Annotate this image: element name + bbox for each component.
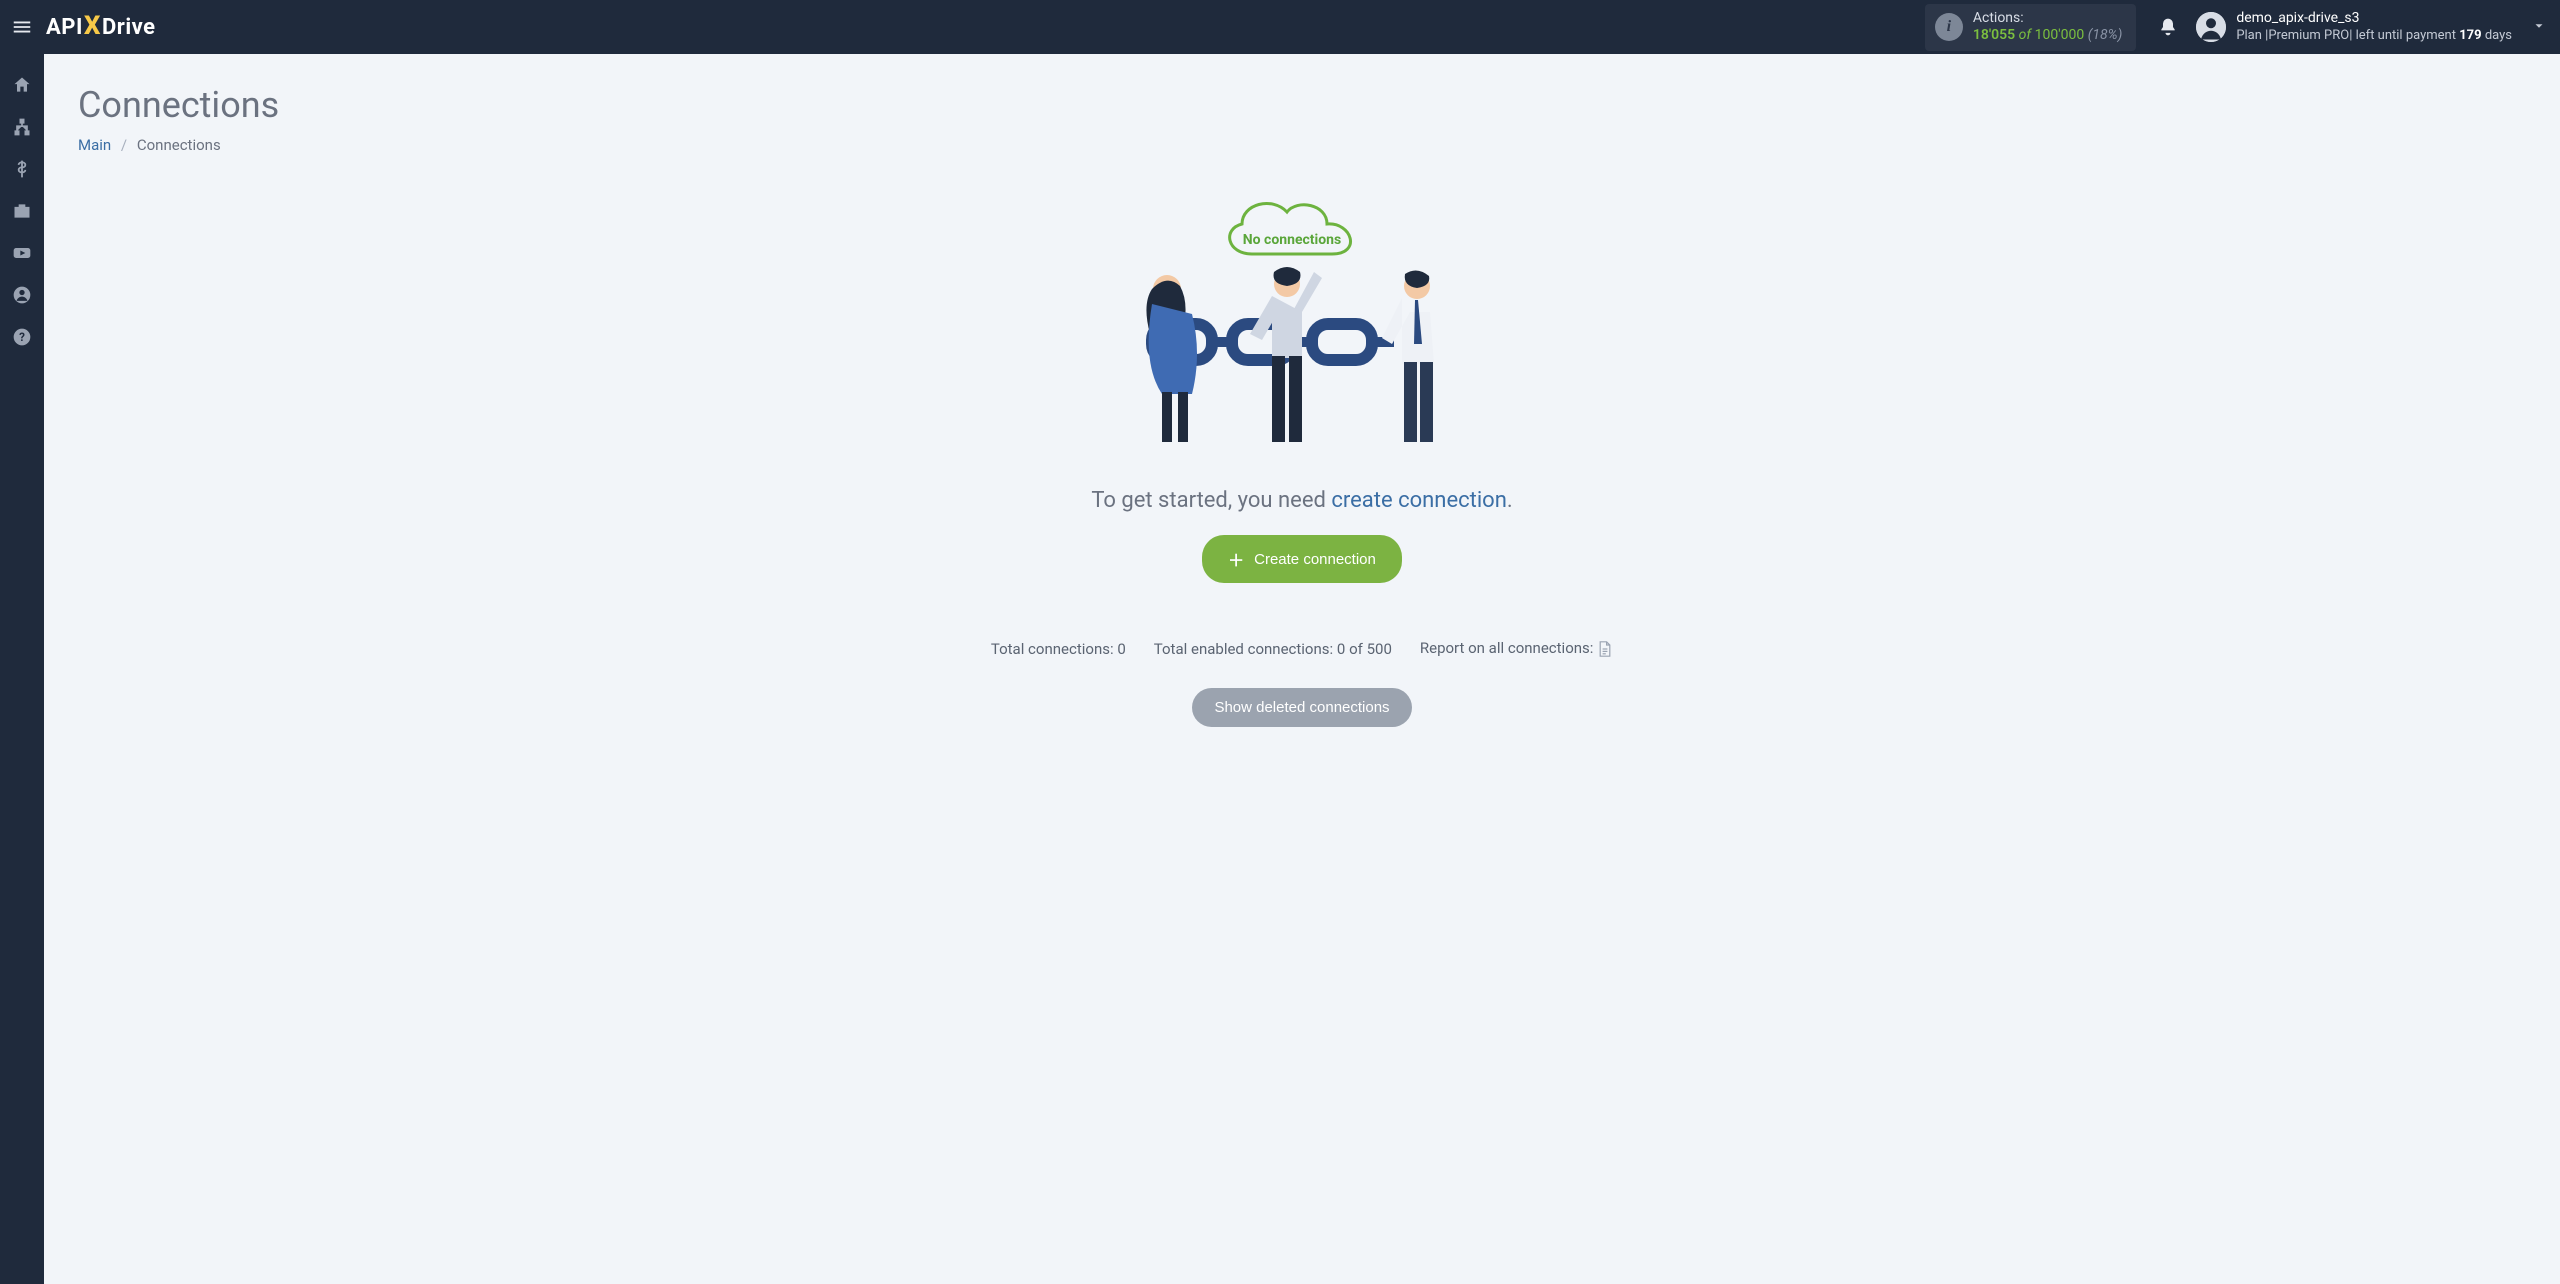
actions-label: Actions:	[1973, 10, 2122, 28]
notifications-button[interactable]	[2148, 17, 2188, 37]
empty-state: No connections	[78, 184, 2526, 727]
sitemap-icon	[12, 117, 32, 137]
user-name: demo_apix-drive_s3	[2236, 10, 2512, 28]
empty-illustration: No connections	[1122, 184, 1482, 464]
hamburger-icon	[11, 16, 33, 38]
sidebar-item-help[interactable]: ?	[0, 316, 44, 358]
user-plan: Plan |Premium PRO| left until payment 17…	[2236, 28, 2512, 44]
document-icon	[1597, 640, 1613, 658]
create-connection-link[interactable]: create connection	[1331, 488, 1507, 513]
actions-percent: (18%)	[2088, 27, 2123, 43]
sidebar-item-connections[interactable]	[0, 106, 44, 148]
stat-total: Total connections: 0	[991, 640, 1126, 658]
breadcrumb: Main / Connections	[78, 136, 2526, 154]
avatar-icon	[2196, 12, 2226, 42]
actions-used: 18'055	[1973, 27, 2015, 43]
breadcrumb-separator: /	[121, 136, 127, 154]
page-title: Connections	[78, 84, 2526, 126]
actions-total: 100'000	[2035, 27, 2085, 43]
chevron-down-icon	[2532, 19, 2546, 33]
sidebar-item-billing[interactable]	[0, 148, 44, 190]
help-icon: ?	[12, 327, 32, 347]
info-icon: i	[1935, 13, 1963, 41]
youtube-icon	[12, 243, 32, 263]
report-download-button[interactable]	[1597, 639, 1613, 657]
plus-icon: ＋	[1228, 547, 1244, 571]
logo-x-icon: X	[84, 11, 101, 41]
sidebar-item-account[interactable]	[0, 274, 44, 316]
stat-report: Report on all connections:	[1420, 639, 1613, 658]
stat-enabled: Total enabled connections: 0 of 500	[1154, 640, 1392, 658]
logo-text-2: Drive	[102, 15, 156, 40]
cloud-label: No connections	[1212, 232, 1372, 248]
sidebar-item-briefcase[interactable]	[0, 190, 44, 232]
sidebar: ?	[0, 54, 44, 1284]
show-deleted-button[interactable]: Show deleted connections	[1192, 688, 1411, 727]
topbar: API X Drive i Actions: 18'055 of 100'000…	[0, 0, 2560, 54]
svg-text:?: ?	[19, 330, 25, 344]
menu-toggle[interactable]	[0, 0, 44, 54]
people-chain-icon	[1122, 264, 1482, 464]
sidebar-item-video[interactable]	[0, 232, 44, 274]
user-menu[interactable]: demo_apix-drive_s3 Plan |Premium PRO| le…	[2188, 10, 2532, 44]
breadcrumb-main-link[interactable]: Main	[78, 136, 111, 154]
stats-row: Total connections: 0 Total enabled conne…	[78, 639, 2526, 658]
create-connection-button[interactable]: ＋ Create connection	[1202, 535, 1402, 583]
user-menu-chevron[interactable]	[2532, 18, 2560, 37]
breadcrumb-current: Connections	[137, 136, 221, 154]
cloud-icon	[1212, 184, 1372, 274]
empty-prompt: To get started, you need create connecti…	[78, 488, 2526, 513]
dollar-icon	[12, 159, 32, 179]
logo[interactable]: API X Drive	[46, 12, 156, 42]
user-icon	[12, 285, 32, 305]
home-icon	[12, 75, 32, 95]
main-content: Connections Main / Connections No connec…	[44, 54, 2560, 1284]
actions-counter[interactable]: i Actions: 18'055 of 100'000 (18%)	[1925, 4, 2136, 51]
briefcase-icon	[12, 201, 32, 221]
sidebar-item-home[interactable]	[0, 64, 44, 106]
bell-icon	[2158, 17, 2178, 37]
logo-text-1: API	[46, 15, 83, 40]
